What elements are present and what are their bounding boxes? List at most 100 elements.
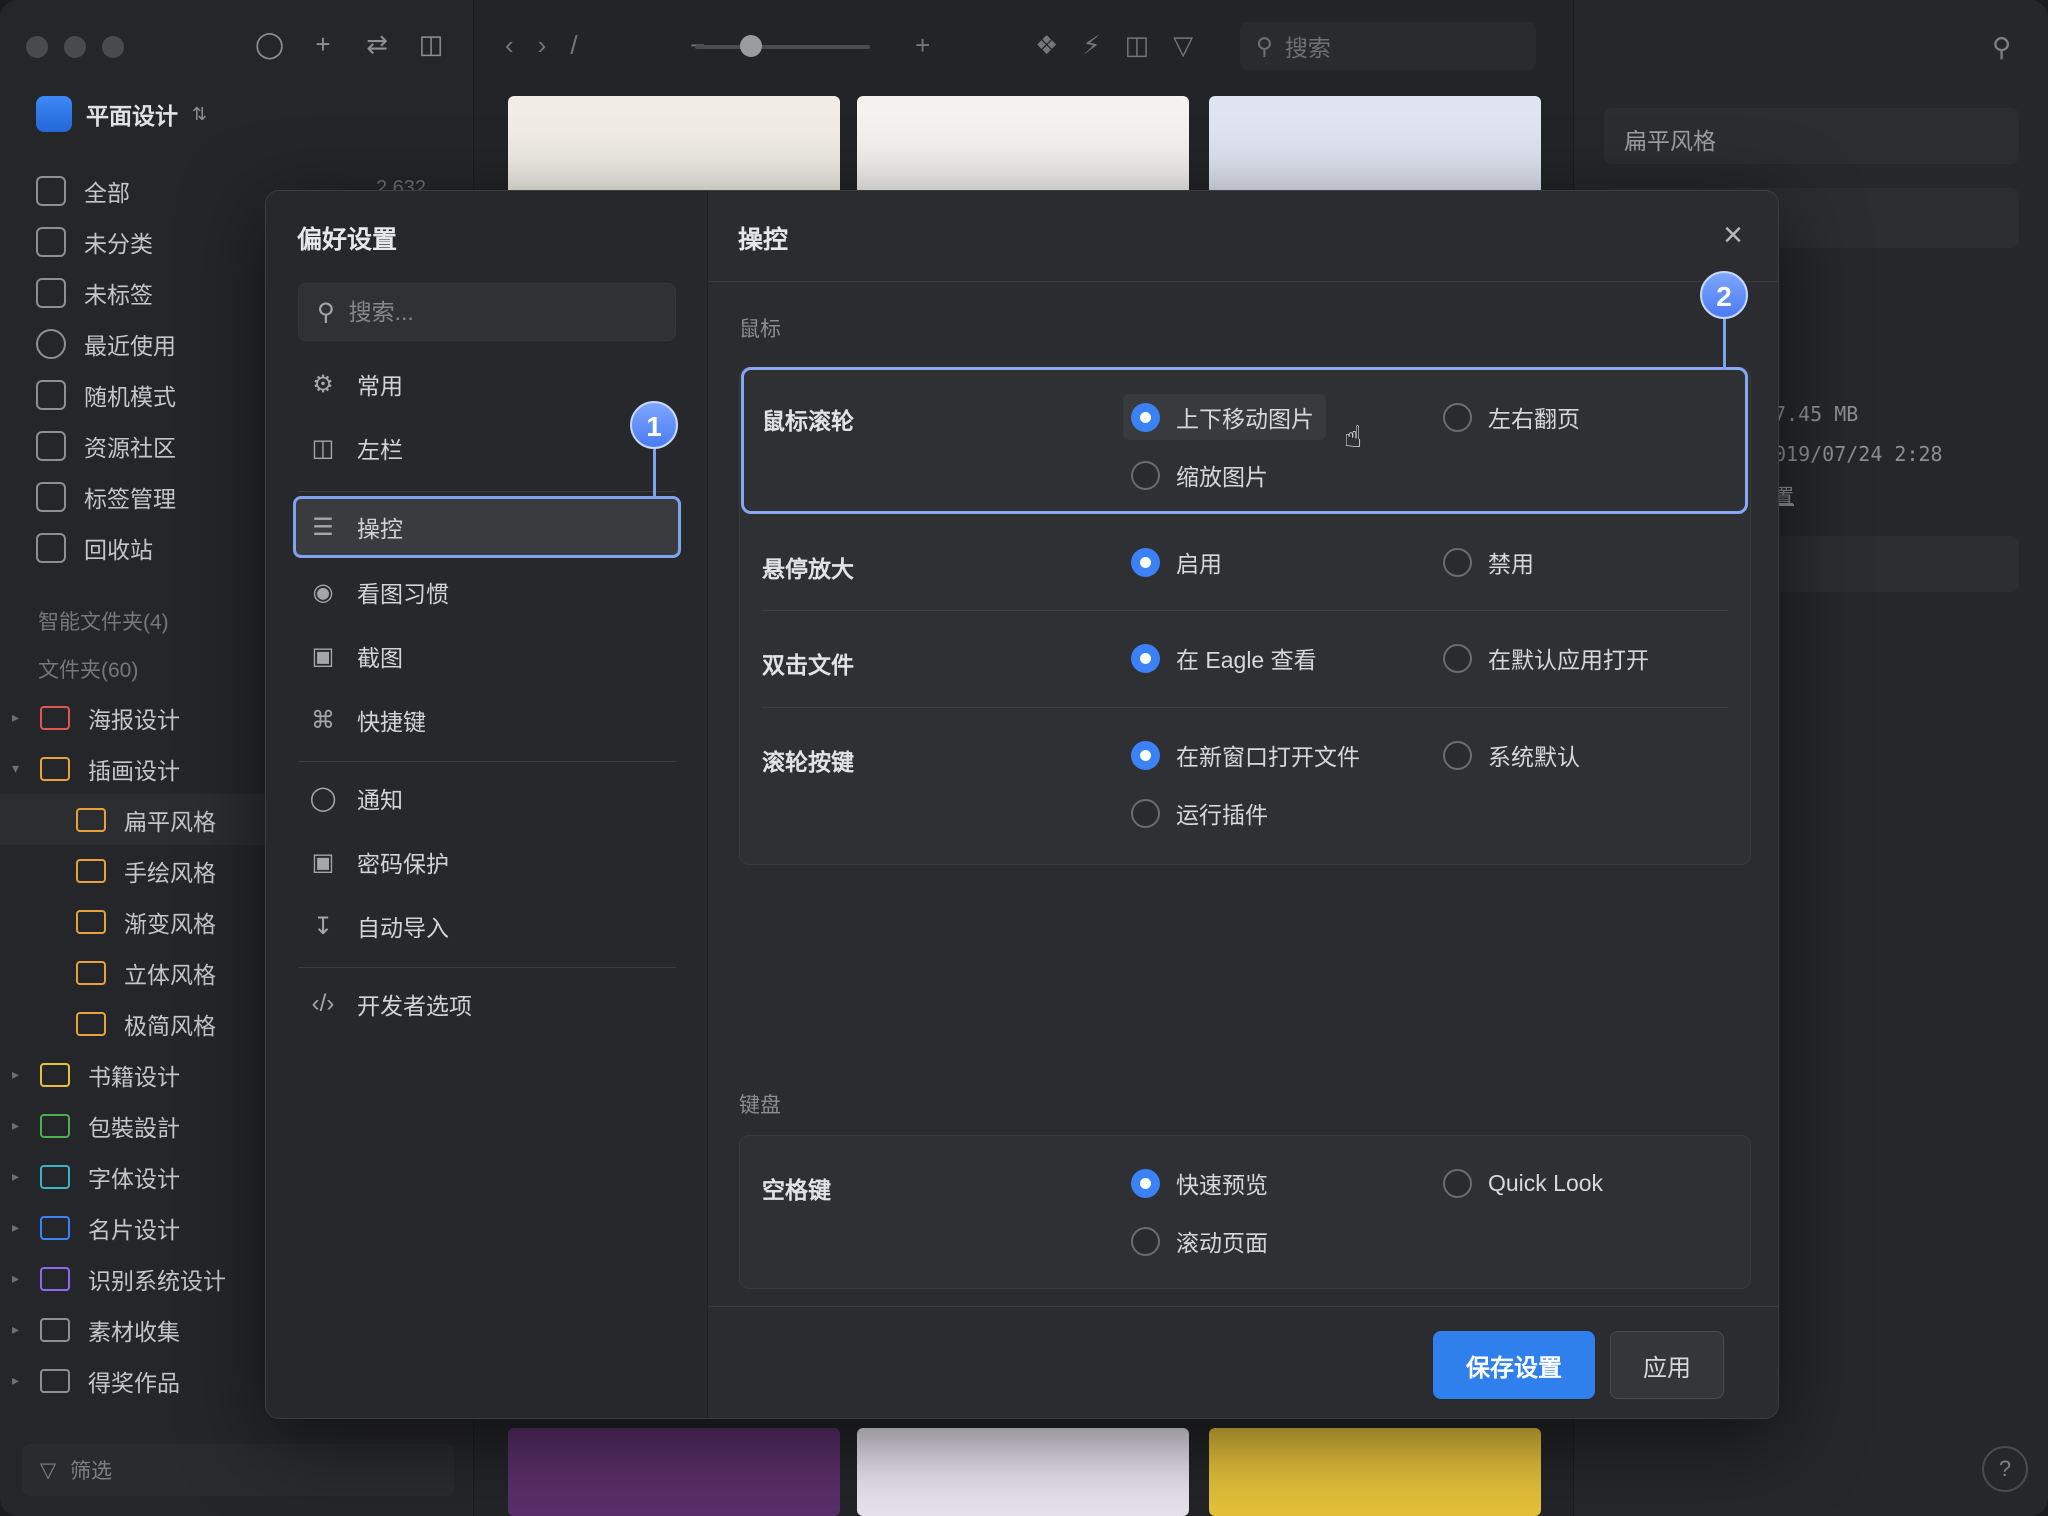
thumbnail[interactable] [857, 1428, 1189, 1516]
radio-dblclick-eagle[interactable]: 在 Eagle 查看 [1131, 635, 1317, 681]
filter-bar[interactable]: ▽ 筛选 [22, 1444, 454, 1496]
radio-wheel-plugin[interactable]: 运行插件 [1131, 790, 1268, 836]
pref-nav-sidebar[interactable]: ◫ 左栏 [293, 417, 681, 479]
folders-header[interactable]: 文件夹(60) [38, 654, 138, 684]
setting-row-space-key: 空格键 快速预览 Quick Look 滚动页面 [740, 1136, 1750, 1288]
pref-nav-controls[interactable]: ☰ 操控 [293, 496, 681, 558]
bookmark-icon [36, 481, 66, 512]
chevron-down-icon[interactable]: ▾ [12, 760, 26, 777]
folder-label: 素材收集 [88, 1318, 180, 1345]
pref-nav-label: 看图习惯 [357, 581, 449, 607]
thumbnail[interactable] [508, 1428, 840, 1516]
folder-label: 渐变风格 [124, 910, 216, 937]
library-switcher[interactable]: 平面设计 ⇅ [36, 96, 207, 132]
plugin-icon[interactable]: ❖ [1035, 30, 1058, 61]
sidebar-item-community[interactable]: 资源社区 [36, 420, 176, 471]
pref-nav-auto-import[interactable]: ↧ 自动导入 [293, 895, 681, 957]
sidebar-item-untagged[interactable]: 未标签 [36, 267, 176, 318]
zoom-window-button[interactable] [102, 36, 124, 58]
chevron-right-icon[interactable]: ▸ [12, 1117, 26, 1134]
pref-nav-label: 自动导入 [357, 915, 449, 941]
zoom-slider[interactable] [695, 45, 870, 49]
close-window-button[interactable] [26, 36, 48, 58]
clock-icon [36, 328, 66, 359]
chevron-updown-icon: ⇅ [192, 103, 208, 124]
chevron-right-icon[interactable]: ▸ [12, 1219, 26, 1236]
help-button[interactable]: ? [1982, 1446, 2028, 1492]
pref-nav-developer[interactable]: ‹/› 开发者选项 [293, 973, 681, 1035]
sidebar-item-trash[interactable]: 回收站 [36, 522, 176, 573]
radio-scroll-page[interactable]: 左右翻页 [1443, 394, 1580, 440]
zoom-plus-icon[interactable]: + [915, 30, 930, 61]
smart-folders-header[interactable]: 智能文件夹(4) [38, 606, 169, 636]
minimize-window-button[interactable] [64, 36, 86, 58]
chevron-right-icon[interactable]: ▸ [12, 1372, 26, 1389]
folder-icon [40, 1266, 70, 1291]
forward-icon[interactable]: › [538, 30, 547, 61]
radio-hover-enable[interactable]: 启用 [1131, 539, 1222, 585]
setting-label: 双击文件 [762, 652, 854, 678]
radio-dblclick-default-app[interactable]: 在默认应用打开 [1443, 635, 1649, 681]
sidebar-toggle-icon[interactable]: ◫ [417, 30, 445, 58]
preferences-search-input[interactable] [348, 298, 649, 326]
pref-nav-general[interactable]: ⚙ 常用 [293, 353, 681, 415]
plus-icon[interactable]: + [309, 30, 337, 58]
chevron-right-icon[interactable]: ▸ [12, 1270, 26, 1287]
folder-icon [40, 1317, 70, 1342]
sliders-icon: ☰ [312, 513, 334, 541]
zoom-slider-handle[interactable] [740, 35, 762, 57]
folder-label: 名片设计 [88, 1216, 180, 1243]
layout-icon[interactable]: ◫ [1125, 30, 1150, 61]
folder-label: 包裝設計 [88, 1114, 180, 1141]
folder-icon [76, 807, 106, 832]
radio-label: 上下移动图片 [1176, 406, 1314, 432]
sidebar-item-tag-manager[interactable]: 标签管理 [36, 471, 176, 522]
radio-space-scroll-page[interactable]: 滚动页面 [1131, 1218, 1268, 1264]
radio-label: 在默认应用打开 [1488, 647, 1649, 673]
chevron-right-icon[interactable]: ▸ [12, 1168, 26, 1185]
library-icon [36, 96, 72, 132]
toolbar-search[interactable]: ⚲ 搜索 [1240, 22, 1536, 70]
pref-nav-notifications[interactable]: ◯ 通知 [293, 767, 681, 829]
save-settings-button[interactable]: 保存设置 [1433, 1331, 1595, 1399]
radio-hover-disable[interactable]: 禁用 [1443, 539, 1534, 585]
chevron-right-icon[interactable]: ▸ [12, 709, 26, 726]
preferences-search[interactable]: ⚲ [298, 283, 676, 341]
back-icon[interactable]: ‹ [505, 30, 514, 61]
sidebar-item-random[interactable]: 随机模式 [36, 369, 176, 420]
pref-nav-label: 常用 [357, 373, 403, 399]
sidebar-item-recent[interactable]: 最近使用 [36, 318, 176, 369]
folder-name-field[interactable]: 扁平风格 [1604, 108, 2019, 164]
pin-icon[interactable]: ⚲ [1992, 32, 2011, 63]
sidebar-item-all[interactable]: 全部 2,632 [36, 165, 426, 216]
swap-icon[interactable]: ⇄ [363, 30, 391, 58]
shuffle-icon [36, 379, 66, 410]
radio-wheel-system[interactable]: 系统默认 [1443, 732, 1580, 778]
radio-scroll-move[interactable]: 上下移动图片 [1123, 394, 1326, 440]
sidebar-item-uncategorized[interactable]: 未分类 [36, 216, 176, 267]
preferences-title: 偏好设置 [297, 226, 398, 254]
content-title: 操控 [738, 226, 789, 254]
filter-icon[interactable]: ▽ [1173, 30, 1193, 61]
pref-nav-screenshot[interactable]: ▣ 截图 [293, 625, 681, 687]
radio-label: 在新窗口打开文件 [1176, 744, 1360, 770]
nav-arrows: ‹ › / [505, 30, 578, 61]
filter-label: 筛选 [70, 1460, 113, 1483]
bell-icon[interactable]: ◯ [255, 30, 284, 58]
radio-wheel-new-window[interactable]: 在新窗口打开文件 [1131, 732, 1360, 778]
setting-row-wheel-button: 滚轮按键 在新窗口打开文件 系统默认 运行插件 [740, 708, 1750, 864]
radio-label: 滚动页面 [1176, 1230, 1268, 1256]
thumbnail[interactable] [1209, 1428, 1541, 1516]
pref-nav-label: 快捷键 [357, 709, 426, 735]
chevron-right-icon[interactable]: ▸ [12, 1066, 26, 1083]
radio-scroll-zoom[interactable]: 缩放图片 [1131, 452, 1268, 498]
radio-space-quick-preview[interactable]: 快速预览 [1131, 1160, 1268, 1206]
lightning-icon[interactable]: ⚡ [1082, 30, 1100, 61]
radio-space-quick-look[interactable]: Quick Look [1443, 1160, 1603, 1206]
pref-nav-password[interactable]: ▣ 密码保护 [293, 831, 681, 893]
close-icon[interactable]: × [1713, 215, 1753, 255]
pref-nav-shortcuts[interactable]: ⌘ 快捷键 [293, 689, 681, 751]
chevron-right-icon[interactable]: ▸ [12, 1321, 26, 1338]
pref-nav-viewing[interactable]: ◉ 看图习惯 [293, 561, 681, 623]
apply-button[interactable]: 应用 [1610, 1331, 1724, 1399]
